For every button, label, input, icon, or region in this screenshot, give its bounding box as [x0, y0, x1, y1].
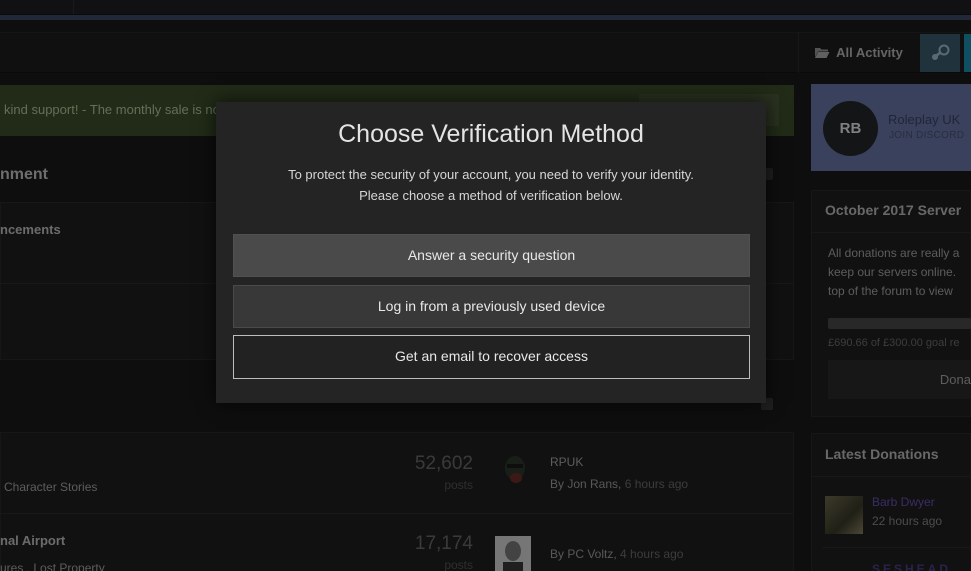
email-recovery-button[interactable]: Get an email to recover access [233, 335, 750, 379]
modal-description: To protect the security of your account,… [216, 164, 766, 206]
modal-description-line: Please choose a method of verification b… [359, 188, 623, 203]
previous-device-button[interactable]: Log in from a previously used device [233, 285, 750, 328]
modal-description-line: To protect the security of your account,… [288, 167, 694, 182]
security-question-button[interactable]: Answer a security question [233, 234, 750, 277]
modal-title: Choose Verification Method [338, 120, 644, 148]
verification-modal: Choose Verification Method To protect th… [216, 102, 766, 403]
